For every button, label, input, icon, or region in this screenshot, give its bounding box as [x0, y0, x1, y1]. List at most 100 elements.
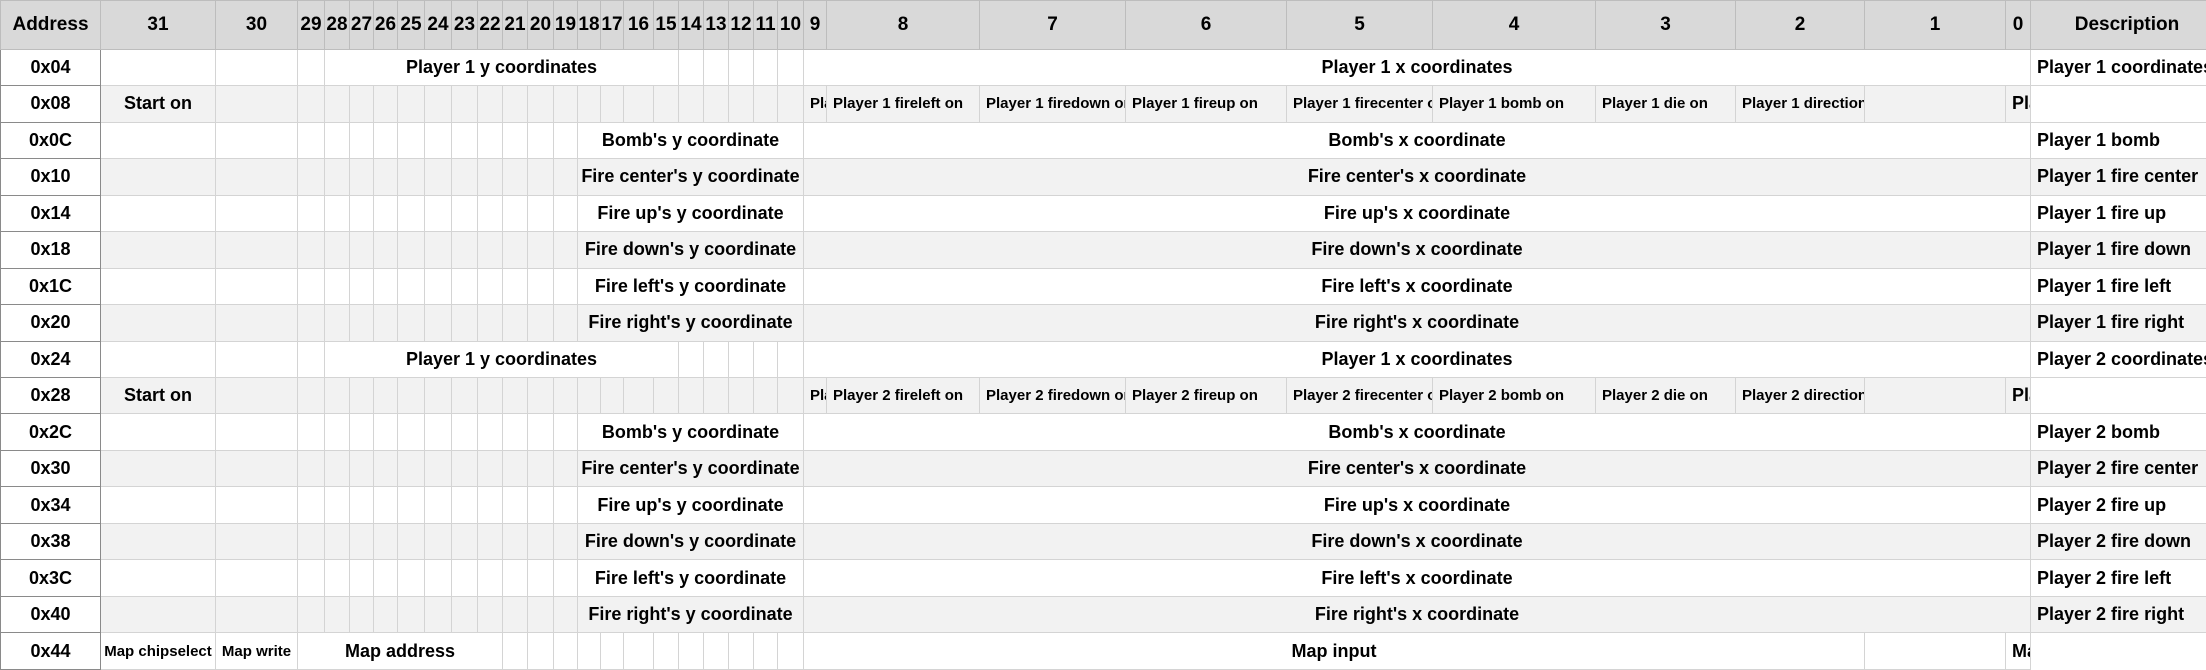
- address-cell[interactable]: 0x04: [0, 48, 101, 87]
- empty-cell: [451, 158, 478, 196]
- empty-cell: [527, 194, 554, 233]
- empty-cell: [553, 85, 578, 123]
- empty-cell: [553, 632, 578, 670]
- x-coordinate-cell: Fire right's x coordinate: [803, 595, 2031, 634]
- empty-cell: [451, 413, 478, 451]
- empty-cell: [297, 231, 325, 269]
- empty-cell: [297, 413, 325, 451]
- empty-cell: [1864, 632, 2006, 670]
- empty-cell: [215, 304, 298, 342]
- x-coordinate-cell: Player 1 x coordinates: [803, 340, 2031, 379]
- empty-cell: [753, 85, 778, 123]
- empty-cell: [502, 486, 528, 524]
- empty-cell: [373, 121, 398, 160]
- empty-cell: [324, 85, 350, 123]
- empty-cell: [527, 158, 554, 196]
- address-cell[interactable]: 0x14: [0, 194, 101, 233]
- address-cell[interactable]: 0x24: [0, 340, 101, 379]
- description-cell: Player 1 fire left: [2030, 267, 2206, 306]
- address-cell[interactable]: 0x1C: [0, 267, 101, 306]
- empty-cell: [553, 559, 578, 597]
- description-cell: Player 1 fire center: [2030, 158, 2206, 196]
- address-cell[interactable]: 0x30: [0, 449, 101, 488]
- state-flag-cell: Player 1 firecenter on: [1286, 85, 1433, 123]
- header-bit-14: 14: [678, 0, 704, 50]
- empty-cell: [728, 632, 754, 670]
- address-cell[interactable]: 0x44: [0, 632, 101, 670]
- empty-cell: [678, 376, 704, 415]
- empty-cell: [297, 48, 325, 87]
- address-cell[interactable]: 0x0C: [0, 121, 101, 160]
- empty-cell: [553, 158, 578, 196]
- state-flag-cell: Player 2 fireup on: [1125, 376, 1287, 415]
- empty-cell: [373, 267, 398, 306]
- empty-cell: [451, 486, 478, 524]
- empty-cell: [397, 231, 425, 269]
- empty-cell: [527, 413, 554, 451]
- x-coordinate-cell: Fire left's x coordinate: [803, 267, 2031, 306]
- empty-cell: [553, 194, 578, 233]
- empty-cell: [728, 376, 754, 415]
- address-cell[interactable]: 0x08: [0, 85, 101, 123]
- empty-cell: [324, 376, 350, 415]
- x-coordinate-cell: Player 1 x coordinates: [803, 48, 2031, 87]
- empty-cell: [477, 267, 503, 306]
- empty-cell: [553, 595, 578, 634]
- empty-cell: [600, 85, 624, 123]
- empty-cell: [373, 231, 398, 269]
- empty-cell: [527, 486, 554, 524]
- empty-cell: [397, 121, 425, 160]
- empty-cell: [451, 267, 478, 306]
- empty-cell: [553, 376, 578, 415]
- empty-cell: [373, 194, 398, 233]
- start-on-cell: Start on: [100, 85, 216, 123]
- empty-cell: [451, 522, 478, 561]
- empty-cell: [477, 595, 503, 634]
- empty-cell: [653, 376, 679, 415]
- empty-cell: [424, 595, 452, 634]
- empty-cell: [653, 85, 679, 123]
- empty-cell: [100, 194, 216, 233]
- empty-cell: [297, 522, 325, 561]
- address-cell[interactable]: 0x38: [0, 522, 101, 561]
- empty-cell: [397, 449, 425, 488]
- empty-cell: [100, 158, 216, 196]
- address-cell[interactable]: 0x40: [0, 595, 101, 634]
- empty-cell: [373, 595, 398, 634]
- empty-cell: [451, 376, 478, 415]
- header-bit-1: 1: [1864, 0, 2006, 50]
- header-bit-22: 22: [477, 0, 503, 50]
- empty-cell: [100, 486, 216, 524]
- empty-cell: [653, 632, 679, 670]
- empty-cell: [678, 85, 704, 123]
- empty-cell: [753, 632, 778, 670]
- address-cell[interactable]: 0x20: [0, 304, 101, 342]
- header-bit-3: 3: [1595, 0, 1736, 50]
- empty-cell: [527, 121, 554, 160]
- address-cell[interactable]: 0x34: [0, 486, 101, 524]
- empty-cell: [100, 304, 216, 342]
- empty-cell: [297, 449, 325, 488]
- empty-cell: [215, 158, 298, 196]
- header-bit-0: 0: [2005, 0, 2031, 50]
- address-cell[interactable]: 0x3C: [0, 559, 101, 597]
- header-bit-28: 28: [324, 0, 350, 50]
- empty-cell: [100, 267, 216, 306]
- empty-cell: [451, 194, 478, 233]
- header-bit-26: 26: [373, 0, 398, 50]
- empty-cell: [100, 340, 216, 379]
- empty-cell: [297, 85, 325, 123]
- table-row: 0x24 Player 1 y coordinates Player 1 x coo…: [0, 340, 2206, 379]
- empty-cell: [349, 595, 374, 634]
- empty-cell: [451, 595, 478, 634]
- empty-cell: [553, 486, 578, 524]
- x-coordinate-cell: Bomb's x coordinate: [803, 121, 2031, 160]
- address-cell[interactable]: 0x28: [0, 376, 101, 415]
- address-cell[interactable]: 0x10: [0, 158, 101, 196]
- address-cell[interactable]: 0x2C: [0, 413, 101, 451]
- empty-cell: [373, 522, 398, 561]
- y-coordinate-cell: Fire down's y coordinate: [577, 231, 804, 269]
- table-row: 0x20 Fire right's y coordinate Fire right'…: [0, 304, 2206, 342]
- address-cell[interactable]: 0x18: [0, 231, 101, 269]
- empty-cell: [324, 486, 350, 524]
